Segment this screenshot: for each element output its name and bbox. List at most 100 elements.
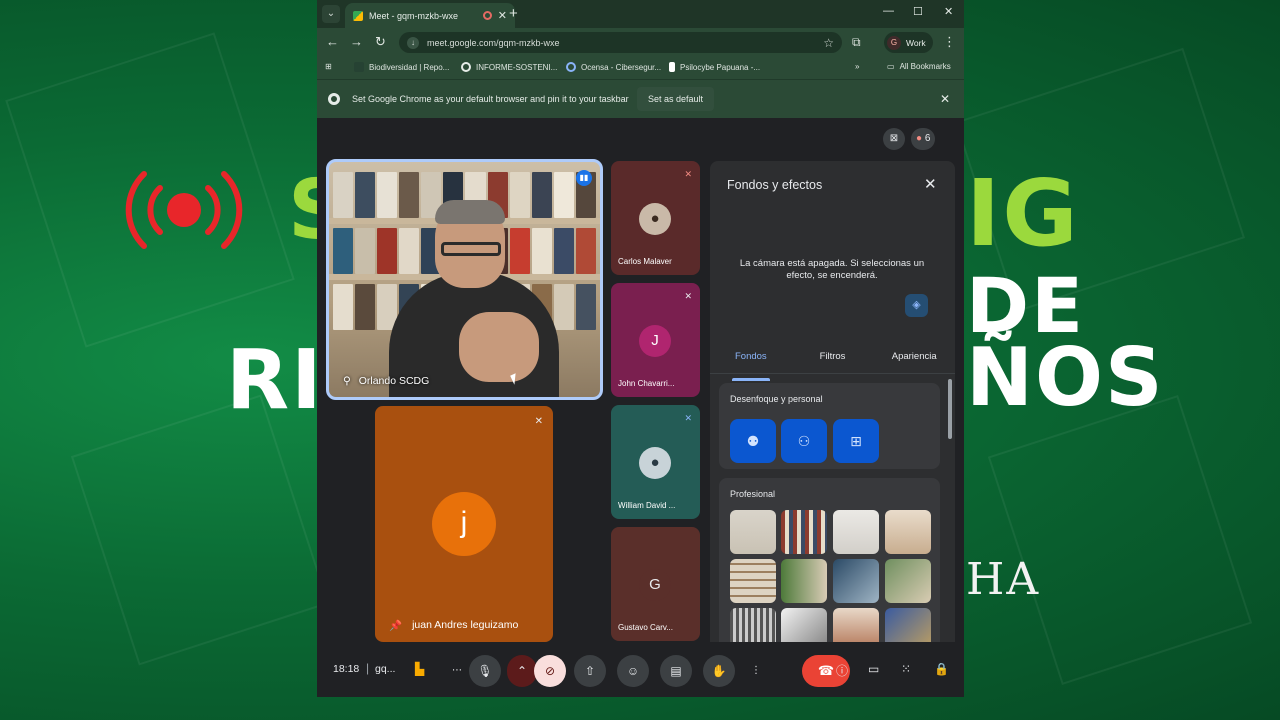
background-thumbnail[interactable] [833, 608, 879, 642]
add-image-icon: ⊞ [850, 433, 862, 449]
upload-background-button[interactable]: ⊞ [833, 419, 879, 463]
tab-search-button[interactable]: ⌄ [322, 5, 340, 23]
background-thumbnail[interactable] [833, 510, 879, 554]
background-thumbnail[interactable] [730, 608, 776, 642]
meeting-details-icon[interactable]: ⓘ [836, 662, 848, 679]
participant-tile-juan[interactable]: ✕ j 📌 juan Andres leguizamo [375, 406, 553, 642]
background-thumbnail[interactable] [781, 608, 827, 642]
reload-button[interactable]: ↻ [375, 34, 386, 50]
tab-close-icon[interactable]: ✕ [498, 9, 507, 22]
apps-grid-icon[interactable]: ⊞ [325, 62, 332, 71]
background-thumbnail[interactable] [885, 510, 931, 554]
background-thumbnail[interactable] [730, 510, 776, 554]
blur-section-title: Desenfoque y personal [730, 394, 823, 404]
camera-options-button[interactable]: ⌃ [507, 655, 537, 687]
infobar-close-icon[interactable]: ✕ [940, 92, 950, 106]
speaker-hands [459, 312, 539, 382]
tab-apariencia[interactable]: Apariencia [873, 348, 955, 373]
tab-fondos[interactable]: Fondos [710, 348, 792, 381]
camera-toggle-button[interactable]: ⊘ [534, 655, 566, 687]
bookmark-item[interactable]: Ocensa - Cibersegur... [566, 62, 661, 72]
camera-off-indicator-icon[interactable]: ⊠ [883, 128, 905, 150]
emoji-reactions-button[interactable]: ☺ [617, 655, 649, 687]
bookmark-item[interactable]: INFORME-SOSTENI... [461, 62, 557, 72]
participant-name: Gustavo Carv... [618, 623, 673, 632]
pin-icon[interactable]: ⚲ [343, 375, 351, 387]
pin-icon[interactable]: 📌 [389, 619, 402, 632]
maximize-button[interactable]: ☐ [913, 5, 923, 18]
activities-icon[interactable]: ⁙ [901, 662, 911, 676]
background-thumbnail[interactable] [781, 559, 827, 603]
bookmark-favicon-icon [461, 62, 471, 72]
back-button[interactable]: ← [326, 34, 339, 50]
muted-mic-icon: ✕ [684, 413, 692, 423]
close-window-button[interactable]: ✕ [944, 5, 953, 18]
bookmark-favicon-icon [354, 62, 364, 72]
background-thumbnail[interactable] [833, 559, 879, 603]
speaker-glasses [441, 242, 501, 256]
bookmark-label: Biodiversidad | Repo... [369, 62, 450, 72]
new-tab-button[interactable]: + [509, 5, 518, 23]
background-thumbnail[interactable] [730, 559, 776, 603]
participant-tile-john[interactable]: ✕ J John Chavarri... [611, 283, 700, 397]
main-video-tile[interactable]: ▮▮ ⚲ Orlando SCDG [326, 159, 603, 400]
bookmark-star-icon[interactable]: ☆ [823, 36, 834, 50]
site-info-icon[interactable]: ↓ [407, 36, 419, 49]
muted-mic-icon: ✕ [684, 169, 692, 179]
chat-icon[interactable]: ▭ [868, 662, 879, 676]
panel-scrollbar[interactable] [948, 379, 952, 439]
layers-icon[interactable]: ◈ [905, 294, 928, 317]
more-audio-options-icon[interactable]: ⋯ [445, 659, 469, 683]
all-bookmarks-label: All Bookmarks [899, 62, 951, 71]
more-bookmarks-icon[interactable]: » [855, 62, 859, 71]
tab-title: Meet - gqm-mzkb-wxe [369, 10, 459, 21]
more-options-icon[interactable]: ⋮ [744, 659, 768, 683]
raise-hand-button[interactable]: ✋ [703, 655, 735, 687]
panel-close-icon[interactable]: ✕ [924, 175, 937, 193]
all-bookmarks-folder[interactable]: ▭ All Bookmarks [887, 62, 951, 71]
bookmark-item[interactable]: Psilocybe Papuana -... [669, 62, 760, 72]
meet-stage: ⊠ ● 6 ▮▮ ⚲ Orlando SCDG ✕ ● Carlos Malav… [317, 118, 964, 697]
participant-name: John Chavarri... [618, 379, 675, 388]
profile-button[interactable]: G Work [884, 32, 933, 53]
full-blur-button[interactable]: ⚇ [781, 419, 827, 463]
companion-mode-icon[interactable]: ▙ [415, 662, 424, 676]
background-thumbnail[interactable] [885, 559, 931, 603]
participant-name: Carlos Malaver [618, 257, 672, 266]
forward-button[interactable]: → [350, 34, 363, 50]
recording-indicator-icon [482, 11, 492, 20]
chevron-up-icon: ⌃ [516, 664, 528, 678]
background-thumbnail[interactable] [885, 608, 931, 642]
folder-icon: ▭ [887, 62, 895, 71]
participant-name: juan Andres leguizamo [412, 619, 519, 631]
slight-blur-button[interactable]: ⚉ [730, 419, 776, 463]
bookmark-item[interactable]: Biodiversidad | Repo... [354, 62, 449, 72]
background-thumbnail[interactable] [781, 510, 827, 554]
bookmark-label: Psilocybe Papuana -... [680, 62, 761, 72]
minimize-button[interactable]: — [883, 5, 894, 17]
browser-menu-icon[interactable]: ⋮ [943, 34, 956, 50]
extensions-icon[interactable]: ⧉ [852, 35, 861, 50]
bg-pattern [70, 394, 330, 666]
present-screen-button[interactable]: ⇧ [574, 655, 606, 687]
speaker-hair [435, 200, 505, 224]
browser-toolbar: ← → ↻ ↓ meet.google.com/gqm-mzkb-wxe ☆ ⧉… [317, 28, 964, 56]
participant-tile-gustavo[interactable]: G Gustavo Carv... [611, 527, 700, 641]
effects-panel: Fondos y efectos ✕ La cámara está apagad… [710, 161, 955, 642]
tab-filtros[interactable]: Filtros [792, 348, 874, 373]
host-controls-icon[interactable]: 🔒 [934, 662, 949, 676]
participant-tile-carlos[interactable]: ✕ ● Carlos Malaver [611, 161, 700, 275]
address-bar[interactable]: ↓ meet.google.com/gqm-mzkb-wxe ☆ [399, 32, 842, 53]
participant-tile-william[interactable]: ✕ ● William David ... [611, 405, 700, 519]
microphone-button[interactable]: 🎙 [469, 655, 501, 687]
participant-name: William David ... [618, 501, 676, 510]
tab-strip: ⌄ Meet - gqm-mzkb-wxe ✕ + — ☐ ✕ [317, 0, 964, 28]
avatar: ● [639, 203, 671, 235]
captions-button[interactable]: ▤ [660, 655, 692, 687]
divider: | [366, 661, 370, 675]
tab-meet[interactable]: Meet - gqm-mzkb-wxe ✕ [345, 3, 515, 28]
participants-button[interactable]: ● 6 [911, 128, 936, 150]
bg-pattern [987, 394, 1253, 686]
hand-icon: ✋ [711, 664, 727, 678]
set-default-button[interactable]: Set as default [637, 87, 715, 111]
